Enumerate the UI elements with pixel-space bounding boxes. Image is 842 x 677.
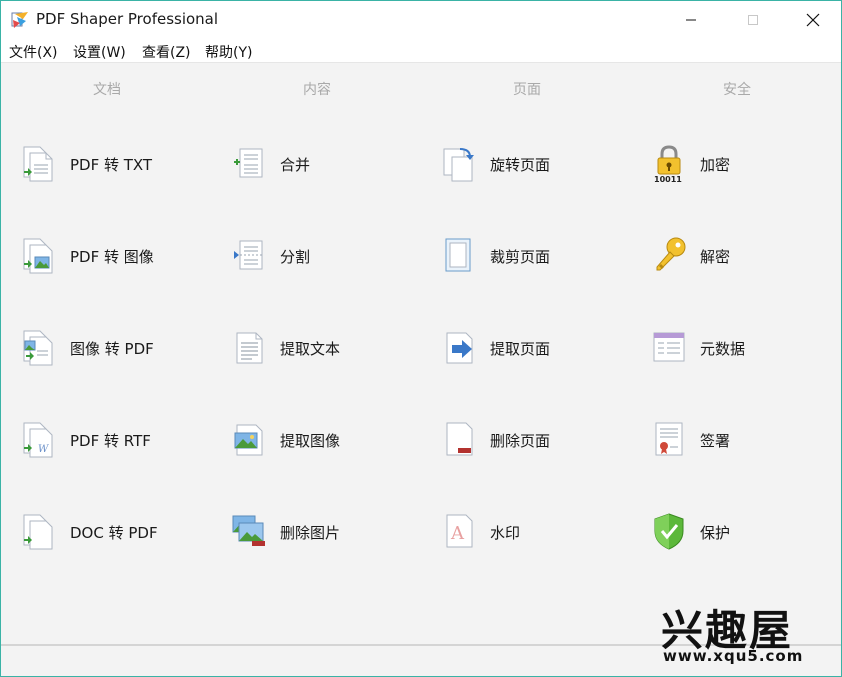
metadata-icon [653, 332, 685, 362]
close-button[interactable] [790, 1, 836, 39]
category-pages: 页面 [513, 82, 541, 98]
tool-pdf-to-rtf[interactable]: W PDF 转 RTF [22, 417, 222, 467]
extract-pages-icon [446, 332, 473, 364]
rotate-pages-icon [443, 148, 474, 182]
tool-label: 裁剪页面 [490, 248, 551, 266]
pdf-to-image-icon [23, 238, 53, 274]
delete-pages-icon [446, 422, 473, 456]
svg-text:W: W [38, 444, 49, 455]
window-title: PDF Shaper Professional [36, 10, 219, 28]
category-document: 文档 [93, 82, 121, 98]
crop-pages-icon [445, 238, 471, 272]
tool-sign[interactable]: 签署 [652, 417, 841, 467]
app-window: PDF Shaper Professional 文件(X) 设置(W) 查看(Z… [0, 0, 842, 677]
tool-metadata[interactable]: 元数据 [652, 325, 841, 375]
protect-shield-icon [654, 513, 684, 550]
tool-label: 旋转页面 [490, 156, 551, 174]
category-content: 内容 [303, 82, 331, 98]
title-bar[interactable]: PDF Shaper Professional [1, 1, 841, 39]
svg-text:10011: 10011 [654, 175, 682, 183]
maximize-icon [748, 15, 758, 25]
category-security: 安全 [723, 82, 751, 98]
tool-protect[interactable]: 保护 [652, 509, 841, 559]
menu-bar: 文件(X) 设置(W) 查看(Z) 帮助(Y) [1, 39, 841, 63]
tool-encrypt[interactable]: 10011 加密 [652, 141, 841, 191]
tool-label: 删除图片 [280, 524, 341, 542]
menu-file[interactable]: 文件(X) [9, 42, 58, 62]
decrypt-key-icon [656, 237, 686, 271]
merge-icon [234, 148, 263, 178]
watermark-icon: A [446, 514, 473, 548]
tool-label: 删除页面 [490, 432, 551, 450]
tool-label: 水印 [490, 524, 521, 542]
watermark-url: www.xqu5.com [663, 647, 804, 665]
tool-delete-pages[interactable]: 删除页面 [442, 417, 642, 467]
pdf-to-txt-icon [23, 146, 53, 182]
tool-label: 元数据 [700, 340, 746, 358]
tool-label: 提取页面 [490, 340, 551, 358]
image-to-pdf-icon [23, 330, 53, 366]
tool-label: 提取图像 [280, 432, 341, 450]
tool-label: 分割 [280, 248, 311, 266]
tool-label: DOC 转 PDF [70, 524, 158, 542]
app-logo-icon [11, 12, 28, 28]
tool-decrypt[interactable]: 解密 [652, 233, 841, 283]
tool-extract-text[interactable]: 提取文本 [232, 325, 432, 375]
doc-to-pdf-icon [23, 514, 53, 550]
site-watermark: 兴趣屋 www.xqu5.com [661, 597, 821, 667]
tool-watermark[interactable]: A 水印 [442, 509, 642, 559]
tool-image-to-pdf[interactable]: 图像 转 PDF [22, 325, 222, 375]
menu-help[interactable]: 帮助(Y) [205, 42, 252, 62]
tool-split[interactable]: 分割 [232, 233, 432, 283]
delete-images-icon [232, 515, 265, 546]
tool-delete-images[interactable]: 删除图片 [232, 509, 432, 559]
tool-label: 签署 [700, 432, 731, 450]
tool-rotate-pages[interactable]: 旋转页面 [442, 141, 642, 191]
tool-label: PDF 转 RTF [70, 432, 151, 450]
maximize-button[interactable] [730, 1, 776, 39]
svg-text:A: A [450, 523, 465, 544]
tool-merge[interactable]: 合并 [232, 141, 432, 191]
tool-label: 加密 [700, 156, 731, 174]
tool-extract-images[interactable]: 提取图像 [232, 417, 432, 467]
tool-doc-to-pdf[interactable]: DOC 转 PDF [22, 509, 222, 559]
tool-label: 提取文本 [280, 340, 341, 358]
menu-view[interactable]: 查看(Z) [142, 42, 191, 62]
tool-crop-pages[interactable]: 裁剪页面 [442, 233, 642, 283]
encrypt-lock-icon: 10011 [654, 145, 682, 183]
pdf-to-rtf-icon: W [23, 422, 53, 458]
tool-label: 解密 [700, 248, 731, 266]
tool-label: 合并 [280, 156, 311, 174]
tool-pdf-to-image[interactable]: PDF 转 图像 [22, 233, 222, 283]
minimize-button[interactable] [668, 1, 714, 39]
tool-extract-pages[interactable]: 提取页面 [442, 325, 642, 375]
tool-label: 图像 转 PDF [70, 340, 154, 358]
split-icon [234, 240, 263, 270]
tool-label: PDF 转 TXT [70, 156, 153, 174]
sign-certificate-icon [655, 422, 683, 456]
extract-images-icon [234, 424, 263, 456]
menu-settings[interactable]: 设置(W) [73, 42, 126, 62]
close-icon [806, 13, 820, 27]
tool-label: PDF 转 图像 [70, 248, 154, 266]
tool-label: 保护 [700, 524, 731, 542]
extract-text-icon [236, 332, 263, 364]
tool-pdf-to-txt[interactable]: PDF 转 TXT [22, 141, 222, 191]
minimize-icon [686, 19, 696, 21]
